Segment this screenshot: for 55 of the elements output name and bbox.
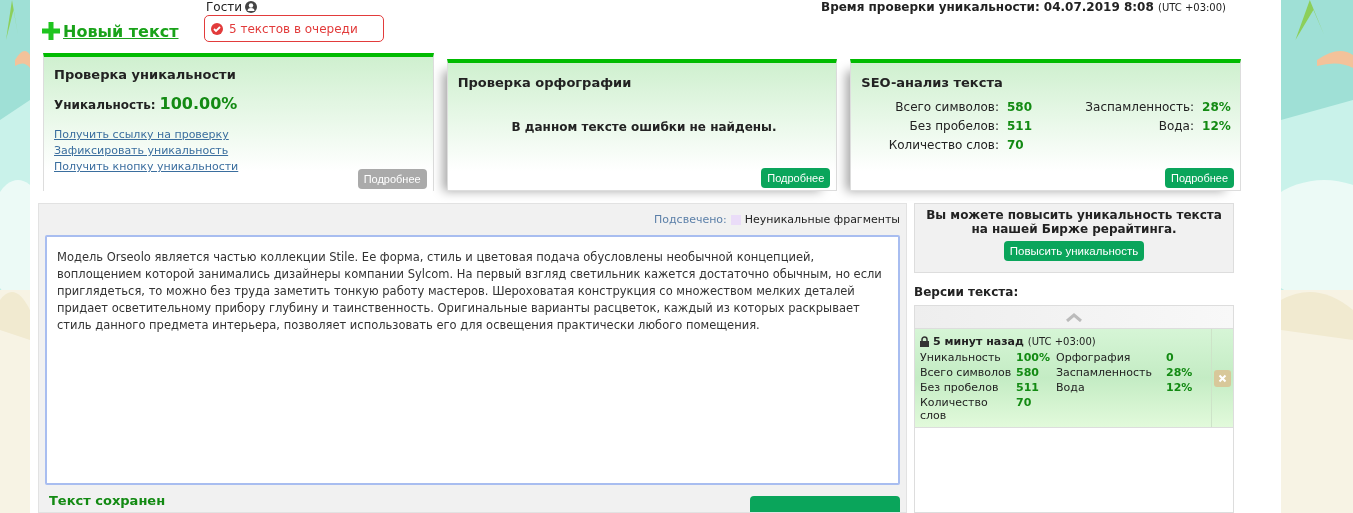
card-title: SEO-анализ текста	[861, 75, 1004, 90]
stat-value: 511	[1016, 381, 1040, 394]
delete-icon[interactable]	[1214, 369, 1231, 387]
plus-icon	[42, 22, 60, 40]
card-title: Проверка орфографии	[457, 75, 633, 90]
more-button[interactable]: Подробнее	[761, 168, 831, 188]
link[interactable]: Получить ссылку на проверку	[54, 127, 229, 143]
check-tab[interactable]: SEO-анализ текста Всего символов: 580 Без пробелов: 511 Количество слов: 70 Заспамленность: 28% Вода: 12% Подробнее	[850, 59, 1241, 191]
check-time: Время проверки уникальности: 04.07.2019 8:08 (UTC +03:00)	[821, 0, 1226, 14]
version-row[interactable]: 5 минут назад (UTC +03:00) Уникальность 100% Всего символов 580 Без пробелов 511 Количество слов 70 Орфография 0 Заспамленность 28% Вода 12%	[915, 329, 1233, 428]
stat-value: 0	[1166, 351, 1175, 364]
link[interactable]: Зафиксировать уникальность	[54, 143, 229, 159]
stat-label: Без пробелов:	[908, 119, 999, 133]
uniqueness-label: Уникальность:	[54, 98, 156, 112]
result-message: В данном тексте ошибки не найдены.	[510, 120, 778, 134]
stat-label: Вода:	[1157, 119, 1195, 133]
stat-value: 511	[1007, 119, 1034, 133]
stat-value: 100%	[1016, 351, 1051, 364]
stat-label: Количество слов	[920, 396, 989, 422]
stat-value: 70	[1007, 138, 1025, 152]
stat-label: Уникальность	[920, 351, 1002, 364]
stat-value: 580	[1007, 100, 1034, 114]
stat-value: 12%	[1166, 381, 1194, 394]
stat-label: Заспамленность	[1056, 366, 1153, 379]
versions-title: Версии текста:	[914, 285, 1020, 299]
card-title: Проверка уникальности	[54, 67, 237, 82]
text-field[interactable]: Модель Orseolo является частью коллекции Stile. Ее форма, стиль и цветовая подача обусловлены необычной концепцией, воплощением которой занимались дизайнеры компании Sylcom. На первый взгляд светильник кажется достаточно обычным, но если приглядеться, то можно без труда заметить тонкую работу мастеров. Шероховатая конструкция со множеством мелких деталей придает осветительному прибору глубину и таинственность. Оригинальные варианты расцветок, каждый из которых раскрывает стиль данного предмета интерьера, позволяет использовать его для освещения практически любого помещения.	[45, 235, 900, 485]
chevron-up-icon[interactable]	[1066, 312, 1082, 322]
stat-label: Количество слов:	[887, 138, 999, 152]
stat-value: 70	[1016, 396, 1033, 411]
stat-label: Без пробелов	[920, 381, 1000, 394]
stat-value: 580	[1016, 366, 1040, 379]
new-text-link[interactable]: Новый текст	[42, 20, 202, 42]
check-icon	[211, 22, 223, 35]
version-time: 5 минут назад (UTC +03:00)	[933, 334, 1096, 348]
link[interactable]: Получить кнопку уникальности	[54, 159, 239, 175]
action-button[interactable]	[750, 496, 900, 512]
guest-label: Гости	[206, 0, 243, 14]
stat-label: Заспамленность:	[1085, 100, 1195, 114]
legend-text: Неуникальные фрагменты	[744, 213, 900, 227]
stat-label: Орфография	[1056, 351, 1132, 364]
stat-value: 12%	[1202, 119, 1231, 133]
more-button[interactable]: Подробнее	[1164, 168, 1234, 188]
promo-message: Вы можете повысить уникальность текста на нашей Бирже рерайтинга.	[925, 208, 1223, 236]
stat-value: 28%	[1166, 366, 1194, 379]
save-status: Текст сохранен	[49, 493, 166, 510]
check-tab[interactable]: Проверка орфографии В данном тексте ошибки не найдены. Подробнее	[446, 59, 838, 191]
boost-button[interactable]: Повысить уникальность	[1003, 241, 1145, 261]
queue-status: 5 текстов в очереди	[204, 15, 384, 42]
stat-value: 28%	[1202, 100, 1231, 114]
stat-label: Всего символов:	[894, 100, 999, 114]
stat-label: Вода	[1056, 381, 1086, 394]
uniqueness-value: 100.00%	[159, 94, 238, 113]
legend-label: Подсвечено:	[654, 213, 727, 227]
stat-label: Всего символов	[920, 366, 1013, 379]
